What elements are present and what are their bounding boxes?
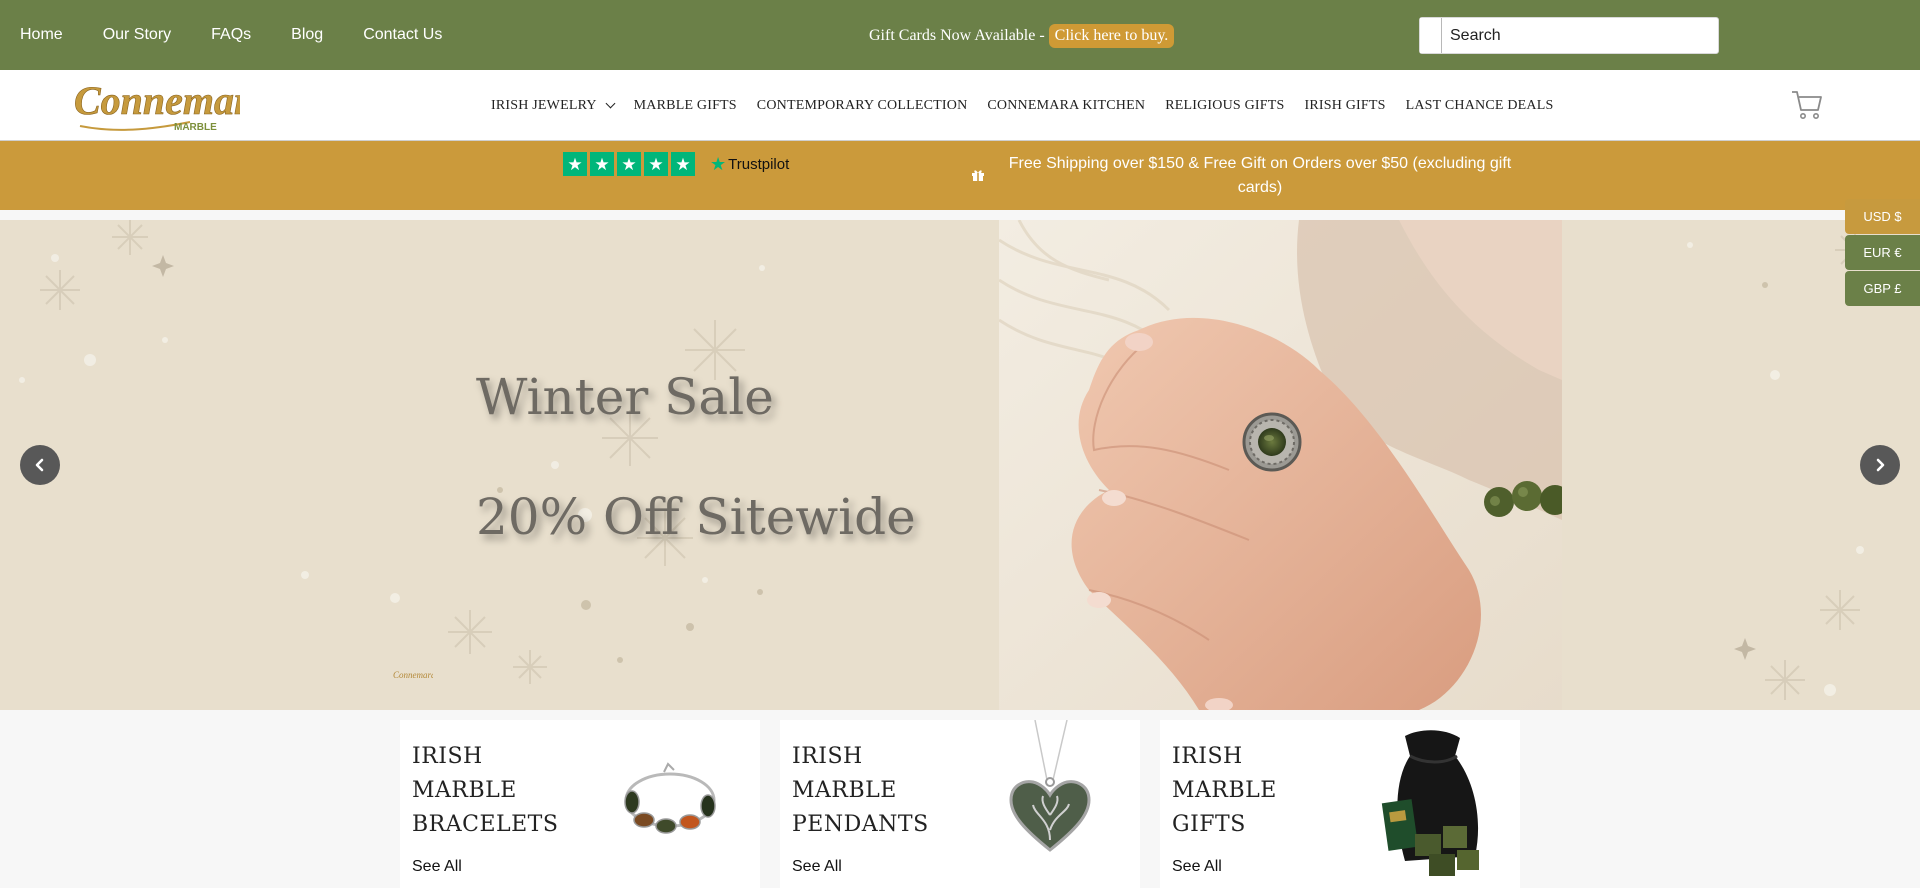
hero-mini-logo: Connemara: [393, 670, 433, 680]
star-icon: ★: [617, 152, 641, 176]
gift-bag-image: [1381, 730, 1479, 876]
nav-connemara-kitchen[interactable]: CONNEMARA KITCHEN: [987, 98, 1145, 114]
logo-subtext: MARBLE: [174, 122, 217, 133]
shopping-cart-icon[interactable]: [1790, 88, 1824, 122]
see-all-link[interactable]: See All: [412, 858, 462, 876]
shipping-text: Free Shipping over $150 & Free Gift on O…: [1008, 155, 1512, 196]
search-box: [1419, 17, 1719, 54]
hero-subtitle: 20% Off Sitewide: [476, 488, 916, 546]
trustpilot-logo: ★ Trustpilot: [710, 154, 789, 175]
carousel-prev-button[interactable]: [20, 445, 60, 485]
see-all-link[interactable]: See All: [792, 858, 842, 876]
nav-last-chance-deals[interactable]: LAST CHANCE DEALS: [1406, 98, 1554, 114]
hero-ring-photo: [999, 220, 1562, 710]
connemara-logo[interactable]: Connemara MARBLE: [70, 78, 240, 136]
snowflake-pattern: [19, 220, 1875, 700]
hero-banner: Winter Sale 20% Off Sitewide Connemara: [0, 220, 1920, 710]
star-icon: ★: [563, 152, 587, 176]
nav-contemporary-collection[interactable]: CONTEMPORARY COLLECTION: [757, 98, 968, 114]
logo-wordmark: Connemara: [74, 78, 240, 123]
trustpilot-label: Trustpilot: [728, 155, 790, 173]
chevron-left-icon: [35, 458, 44, 472]
search-input[interactable]: [1442, 18, 1718, 53]
chevron-right-icon: [1876, 458, 1885, 472]
nav-irish-jewelry[interactable]: IRISH JEWELRY: [491, 97, 616, 114]
currency-gbp[interactable]: GBP £: [1845, 271, 1920, 306]
nav-link-blog[interactable]: Blog: [291, 26, 323, 44]
nav-link-our-story[interactable]: Our Story: [103, 26, 171, 44]
category-card-gifts[interactable]: IRISH MARBLE GIFTS See All: [1160, 720, 1520, 888]
trustpilot-star-icon: ★: [710, 153, 727, 174]
shipping-bar: ★ ★ ★ ★ ★ ★ Trustpilot Free Shipping ove…: [0, 141, 1920, 210]
star-icon: ★: [590, 152, 614, 176]
see-all-link[interactable]: See All: [1172, 858, 1222, 876]
hero-mini-logo-text: Connemara: [393, 670, 433, 680]
search-divider: [1420, 18, 1442, 53]
category-card-pendants[interactable]: IRISH MARBLE PENDANTS See All: [780, 720, 1140, 888]
currency-eur[interactable]: EUR €: [1845, 235, 1920, 270]
star-icon: ★: [644, 152, 668, 176]
nav-link-contact-us[interactable]: Contact Us: [363, 26, 442, 44]
promo-text: Gift Cards Now Available -: [869, 27, 1045, 44]
chevron-down-icon: [605, 98, 616, 109]
top-nav: Home Our Story FAQs Blog Contact Us: [20, 0, 442, 70]
gift-icon: [972, 170, 984, 181]
category-cards: IRISH MARBLE BRACELETS See All IRISH MAR…: [400, 720, 1520, 888]
nav-irish-jewelry-label: IRISH JEWELRY: [491, 97, 597, 113]
nav-religious-gifts[interactable]: RELIGIOUS GIFTS: [1165, 98, 1284, 114]
main-header: Connemara MARBLE IRISH JEWELRY MARBLE GI…: [0, 70, 1920, 141]
hero-title: Winter Sale: [476, 368, 774, 426]
star-icon: ★: [671, 152, 695, 176]
category-title: IRISH MARBLE PENDANTS: [792, 744, 929, 837]
buy-gift-card-button[interactable]: Click here to buy.: [1048, 24, 1175, 48]
nav-marble-gifts[interactable]: MARBLE GIFTS: [634, 98, 737, 114]
currency-switcher: USD $ EUR € GBP £: [1845, 199, 1920, 307]
bracelet-image: [624, 762, 716, 834]
main-nav: IRISH JEWELRY MARBLE GIFTS CONTEMPORARY …: [491, 70, 1553, 141]
trustpilot-rating[interactable]: ★ ★ ★ ★ ★ ★ Trustpilot: [563, 152, 789, 176]
top-bar: Home Our Story FAQs Blog Contact Us Gift…: [0, 0, 1920, 70]
carousel-next-button[interactable]: [1860, 445, 1900, 485]
category-title: IRISH MARBLE GIFTS: [1172, 744, 1277, 837]
gift-card-promo: Gift Cards Now Available - Click here to…: [869, 22, 1175, 50]
nav-link-faqs[interactable]: FAQs: [211, 26, 251, 44]
currency-usd[interactable]: USD $: [1845, 199, 1920, 234]
nav-irish-gifts[interactable]: IRISH GIFTS: [1304, 98, 1385, 114]
pendant-image: [1009, 720, 1091, 852]
category-title: IRISH MARBLE BRACELETS: [412, 744, 559, 837]
category-card-bracelets[interactable]: IRISH MARBLE BRACELETS See All: [400, 720, 760, 888]
nav-link-home[interactable]: Home: [20, 26, 63, 44]
